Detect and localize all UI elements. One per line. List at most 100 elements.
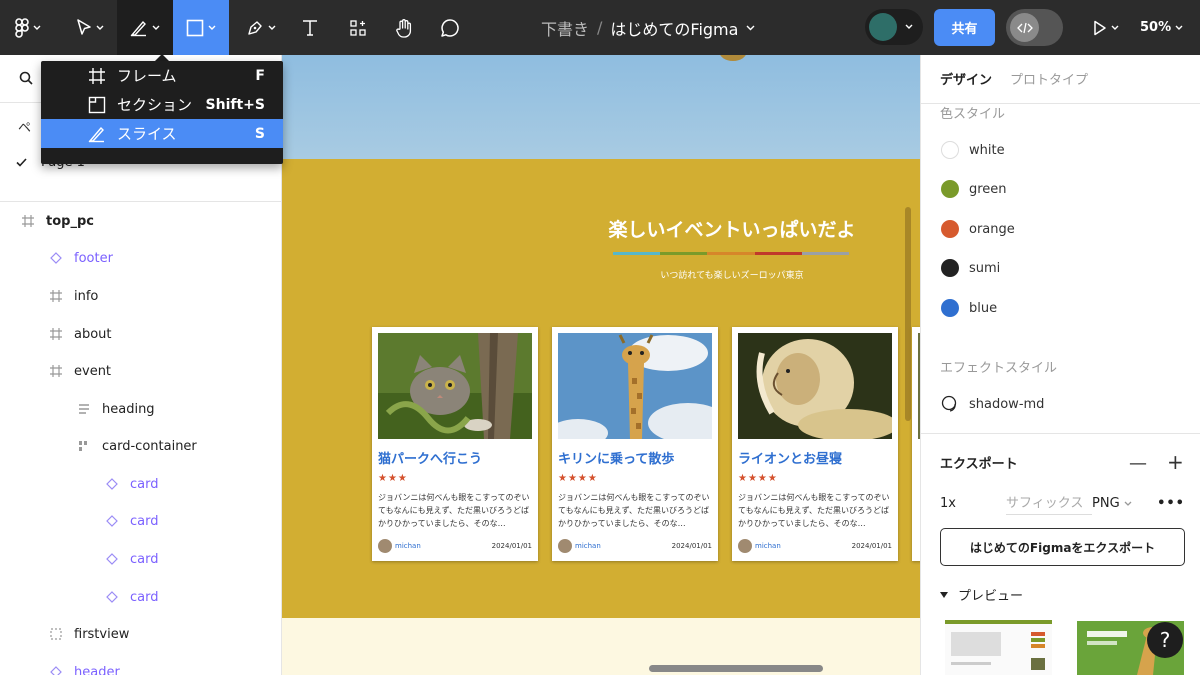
color-style-item[interactable]: orange [941, 220, 1015, 238]
color-swatch [941, 180, 959, 198]
card-title: 猫パークへ行こう [378, 452, 483, 467]
layer-label: about [74, 326, 112, 342]
event-card[interactable]: 猫パークへ行こう ★★★ ジョバンニは何べんも眼をこすってのぞいてもなんにも見え… [372, 327, 538, 561]
color-styles-heading: 色スタイル [940, 107, 1006, 122]
layer-footer[interactable]: footer [48, 245, 113, 271]
export-scale[interactable]: 1x [940, 496, 1006, 511]
main-menu-button[interactable] [0, 0, 55, 55]
chevron-down-icon[interactable] [746, 25, 755, 31]
export-format-select[interactable]: PNG [1092, 496, 1132, 511]
help-button[interactable]: ? [1147, 622, 1183, 658]
vertical-scrollbar[interactable] [905, 207, 911, 421]
card-date: 2024/01/01 [491, 542, 532, 550]
layer-card[interactable]: card [104, 546, 158, 572]
layer-event[interactable]: event [48, 358, 111, 384]
search-icon[interactable] [19, 71, 33, 85]
preview-toggle[interactable]: プレビュー [940, 585, 1023, 604]
layer-card[interactable]: card [104, 584, 158, 610]
file-name[interactable]: はじめてのFigma [610, 16, 738, 40]
horizontal-scrollbar[interactable] [649, 665, 823, 672]
layer-about[interactable]: about [48, 321, 112, 347]
tab-prototype[interactable]: プロトタイプ [1010, 69, 1088, 88]
add-export-button[interactable]: + [1167, 450, 1184, 474]
multiplayer-avatars[interactable] [865, 9, 923, 45]
menu-item-shortcut: S [254, 125, 265, 142]
color-style-item[interactable]: blue [941, 299, 997, 317]
card-user: michan [395, 542, 421, 550]
color-style-name: green [969, 181, 1007, 197]
avatar [738, 539, 752, 553]
comment-tool-button[interactable] [432, 0, 468, 55]
event-card-partial[interactable] [912, 327, 920, 561]
card-footer: michan 2024/01/01 [378, 539, 532, 553]
menu-item-frame[interactable]: フレーム F [41, 61, 283, 90]
event-card[interactable]: キリンに乗って散歩 ★★★★ ジョバンニは何べんも眼をこすってのぞいてもなんにも… [552, 327, 718, 561]
breadcrumb-drafts[interactable]: 下書き [541, 16, 589, 40]
frame-icon [48, 326, 64, 342]
layer-card[interactable]: card [104, 471, 158, 497]
breadcrumb-separator: / [597, 18, 603, 37]
color-style-item[interactable]: sumi [941, 259, 1000, 277]
layer-card-container[interactable]: card-container [76, 433, 197, 459]
export-suffix-input[interactable]: サフィックス [1006, 492, 1092, 515]
color-style-item[interactable]: white [941, 141, 1005, 159]
effect-style-item[interactable]: shadow-md [941, 395, 1044, 413]
giraffe-head-fragment [720, 55, 746, 61]
properties-panel: デザイン プロトタイプ 色スタイル white green orange sum… [920, 55, 1200, 675]
slice-tool-button[interactable] [117, 0, 173, 55]
canvas[interactable]: 楽しいイベントいっぱいだよ いつ訪れても楽しいズーロッパ東京 猫パークへ行こう … [282, 55, 920, 675]
layer-label: info [74, 288, 99, 304]
play-icon [1094, 20, 1106, 35]
effect-styles-heading: エフェクトスタイル [940, 361, 1058, 376]
layer-heading[interactable]: heading [76, 396, 155, 422]
menu-item-slice[interactable]: スライス S [41, 119, 283, 148]
hand-tool-button[interactable] [386, 0, 422, 55]
pen-tool-button[interactable] [236, 0, 286, 55]
frame-icon [48, 288, 64, 304]
frame-icon [87, 66, 107, 86]
move-tool-button[interactable] [62, 0, 117, 55]
chevron-down-icon [1124, 501, 1132, 506]
export-button[interactable]: はじめてのFigmaをエクスポート [940, 528, 1185, 566]
chevron-down-icon [1175, 25, 1183, 30]
menu-item-section[interactable]: セクション Shift+S [41, 90, 283, 119]
export-heading: エクスポート [940, 457, 1018, 472]
color-style-name: white [969, 142, 1005, 158]
breadcrumb: 下書き / はじめてのFigma [541, 0, 755, 55]
more-options-icon[interactable]: ••• [1157, 496, 1185, 511]
kitten-image [378, 333, 532, 439]
resources-button[interactable] [340, 0, 376, 55]
remove-export-button[interactable]: — [1129, 453, 1147, 474]
layer-firstview[interactable]: firstview [48, 621, 129, 647]
event-card[interactable]: ライオンとお昼寝 ★★★★ ジョバンニは何べんも眼をこすってのぞいてもなんにも見… [732, 327, 898, 561]
section-icon [87, 95, 107, 115]
layer-header[interactable]: header [48, 659, 120, 675]
chevron-down-icon [1111, 25, 1119, 30]
drop-shadow-icon [941, 395, 957, 412]
dev-mode-toggle[interactable] [1006, 9, 1063, 46]
rectangle-icon [186, 19, 204, 36]
component-icon [48, 250, 64, 266]
zoom-menu[interactable]: 50% [1140, 0, 1183, 55]
lion-image [738, 333, 892, 439]
chevron-down-icon [152, 25, 160, 30]
figma-logo-icon [14, 17, 29, 38]
card-date: 2024/01/01 [851, 542, 892, 550]
chevron-down-icon [96, 25, 103, 30]
share-button[interactable]: 共有 [934, 9, 995, 46]
tab-design[interactable]: デザイン [940, 69, 992, 88]
chevron-down-icon [268, 25, 276, 30]
avatar[interactable] [869, 13, 897, 41]
color-style-item[interactable]: green [941, 180, 1007, 198]
layer-top-pc[interactable]: top_pc [20, 208, 94, 234]
shape-tool-button[interactable] [173, 0, 229, 55]
present-button[interactable] [1084, 0, 1128, 55]
layer-card[interactable]: card [104, 508, 158, 534]
code-icon [1016, 22, 1033, 33]
layer-info[interactable]: info [48, 283, 98, 309]
chevron-down-icon [905, 24, 913, 29]
text-tool-button[interactable] [292, 0, 328, 55]
event-subheading: いつ訪れても楽しいズーロッパ東京 [660, 271, 804, 281]
effect-style-name: shadow-md [969, 396, 1045, 412]
export-settings-row: 1x サフィックス PNG ••• [940, 491, 1185, 515]
